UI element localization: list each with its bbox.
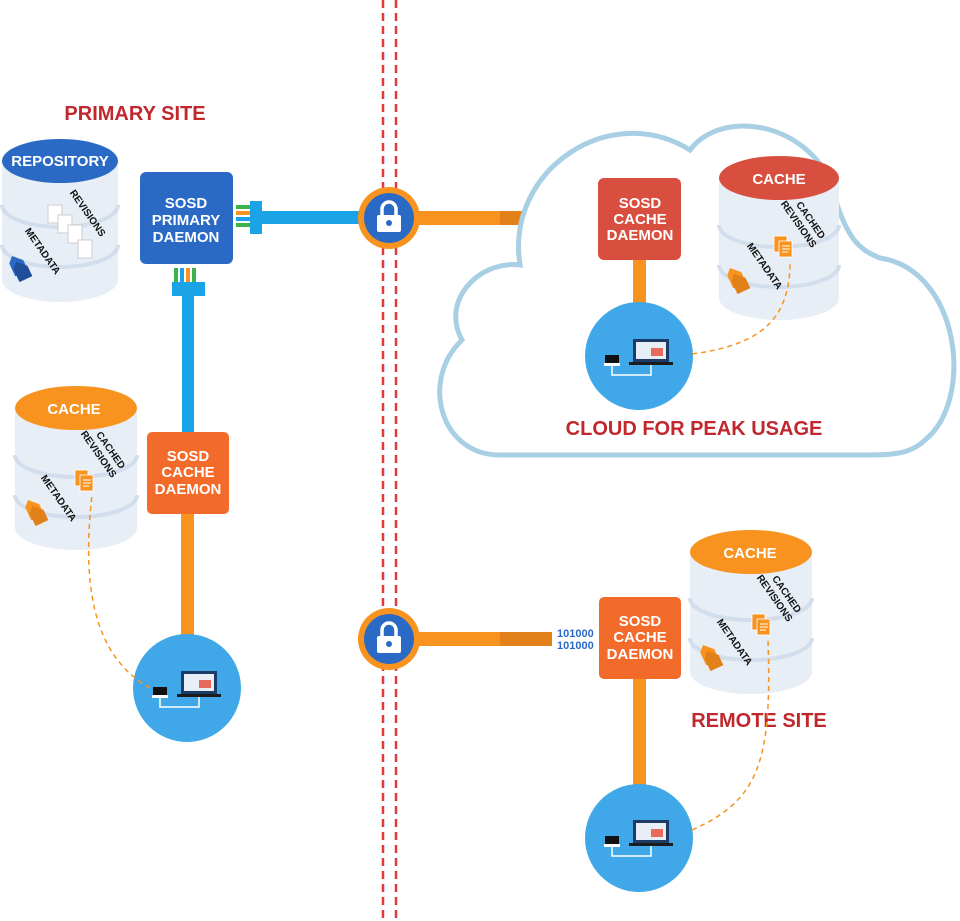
primary-cache-daemon: SOSD CACHE DAEMON [147,432,229,514]
svg-text:DAEMON: DAEMON [155,481,222,498]
svg-text:CACHE: CACHE [613,211,666,228]
remote-cache-daemon: SOSD CACHE DAEMON [599,597,681,679]
repository-database: REPOSITORY REVISIONS METADATA [0,139,120,302]
architecture-diagram: PRIMARY SITE REPOSITORY REVISIONS METADA… [0,0,957,921]
cloud-cache-database: CACHE CACHED REVISIONS METADATA [717,156,841,320]
primary-cache-database: CACHE CACHED REVISIONS METADATA [13,386,139,550]
svg-text:DAEMON: DAEMON [153,229,220,246]
remote-site-label: REMOTE SITE [691,710,827,732]
svg-text:101000: 101000 [557,628,594,640]
svg-text:SOSD: SOSD [165,195,208,212]
svg-text:PRIMARY: PRIMARY [152,212,221,229]
lock-icon [356,606,422,672]
primary-daemon: SOSD PRIMARY DAEMON [140,172,233,264]
cloud-label: CLOUD FOR PEAK USAGE [566,418,823,440]
svg-text:CACHE: CACHE [161,464,214,481]
remote-cache-database: CACHE CACHED REVISIONS METADATA [688,530,814,694]
svg-text:CACHE: CACHE [613,629,666,646]
primary-connector-right [236,201,362,234]
svg-text:SOSD: SOSD [619,613,662,630]
cloud-cache-daemon: SOSD CACHE DAEMON [598,178,681,260]
primary-site-label: PRIMARY SITE [64,103,205,125]
svg-text:CACHE: CACHE [47,401,100,418]
primary-connector-down [172,268,205,432]
svg-text:CACHE: CACHE [723,545,776,562]
svg-text:SOSD: SOSD [167,448,210,465]
svg-text:101000: 101000 [557,640,594,652]
svg-text:SOSD: SOSD [619,195,662,212]
repository-title: REPOSITORY [11,153,109,170]
svg-text:DAEMON: DAEMON [607,227,674,244]
svg-text:CACHE: CACHE [752,171,805,188]
lock-icon [356,185,422,251]
cloud-icon [437,123,957,458]
svg-text:DAEMON: DAEMON [607,646,674,663]
